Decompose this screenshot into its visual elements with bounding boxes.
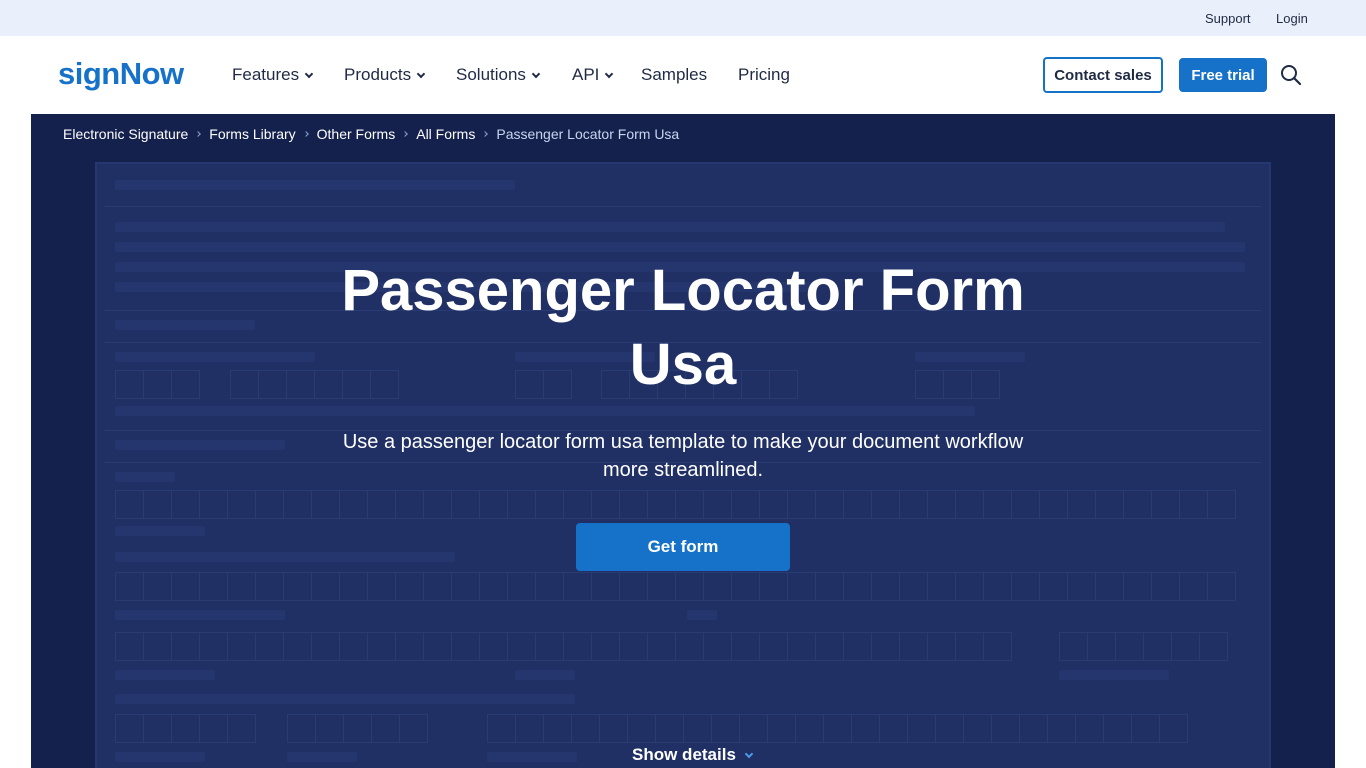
nav-label: Products (344, 65, 412, 84)
chevron-down-icon (744, 749, 754, 758)
signnow-logo[interactable]: signNow (58, 56, 184, 92)
nav-label: Solutions (456, 65, 526, 84)
nav-features[interactable]: Features (232, 65, 314, 85)
breadcrumb-current: Passenger Locator Form Usa (496, 126, 680, 142)
chevron-right-icon (482, 131, 489, 137)
breadcrumb-link-electronic-signature[interactable]: Electronic Signature (63, 126, 188, 142)
nav-label: API (572, 65, 600, 84)
hero-section: Electronic Signature Forms Library Other… (31, 114, 1335, 768)
nav-label: Pricing (738, 65, 790, 84)
support-link[interactable]: Support (1205, 11, 1251, 26)
chevron-down-icon (531, 69, 541, 78)
breadcrumb: Electronic Signature Forms Library Other… (63, 126, 679, 142)
show-details-label: Show details (632, 745, 736, 764)
main-header: signNow Features Products Solutions API … (0, 36, 1366, 114)
chevron-down-icon (605, 69, 614, 78)
nav-products[interactable]: Products (344, 65, 426, 85)
breadcrumb-link-all-forms[interactable]: All Forms (416, 126, 475, 142)
nav-label: Samples (641, 65, 708, 84)
chevron-right-icon (302, 131, 309, 137)
search-icon[interactable] (1280, 64, 1302, 86)
top-utility-bar: Support Login (0, 0, 1366, 36)
chevron-down-icon (304, 69, 314, 78)
free-trial-button[interactable]: Free trial (1179, 58, 1267, 92)
nav-api[interactable]: API (572, 65, 614, 85)
contact-sales-button[interactable]: Contact sales (1043, 57, 1163, 93)
nav-pricing[interactable]: Pricing (738, 65, 790, 85)
chevron-down-icon (416, 69, 426, 78)
page-subtitle: Use a passenger locator form usa templat… (342, 431, 1024, 481)
nav-samples[interactable]: Samples (641, 65, 707, 85)
breadcrumb-link-forms-library[interactable]: Forms Library (209, 126, 295, 142)
get-form-button[interactable]: Get form (576, 523, 790, 571)
page-title: Passenger Locator Form Usa (341, 258, 1025, 397)
login-link[interactable]: Login (1276, 11, 1308, 26)
nav-label: Features (232, 65, 300, 84)
chevron-right-icon (402, 131, 409, 137)
chevron-right-icon (195, 131, 202, 137)
nav-solutions[interactable]: Solutions (456, 65, 541, 85)
show-details-toggle[interactable]: Show details (632, 745, 754, 765)
breadcrumb-link-other-forms[interactable]: Other Forms (317, 126, 396, 142)
